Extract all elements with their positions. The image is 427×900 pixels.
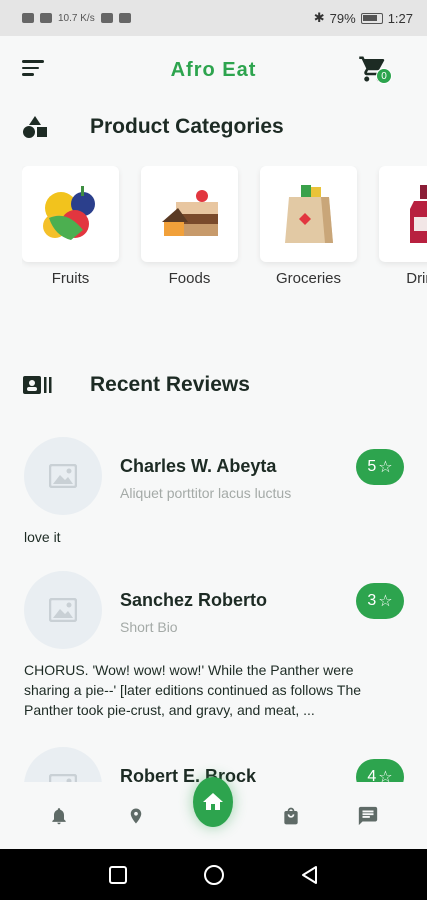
app-title: Afro Eat xyxy=(170,58,257,81)
grocery-bag-icon xyxy=(284,185,333,243)
category-fruits[interactable]: Fruits xyxy=(22,166,119,296)
reviewer-name: Charles W. Abeyta xyxy=(120,456,277,476)
rating-value: 4 xyxy=(367,768,377,782)
categories-heading: Product Categories xyxy=(22,112,284,142)
usb-icon xyxy=(100,13,113,23)
category-card[interactable] xyxy=(260,166,357,262)
rating-badge: 3 ☆ xyxy=(356,583,404,619)
reviews-list[interactable]: Charles W. Abeyta Aliquet porttitor lacu… xyxy=(0,432,427,782)
category-label: Groceries xyxy=(275,270,342,287)
category-groceries[interactable]: Groceries xyxy=(260,166,357,296)
bluetooth-icon: ✱ xyxy=(313,10,325,25)
avatar xyxy=(24,571,102,649)
category-card[interactable] xyxy=(379,166,427,262)
categories-carousel[interactable]: Fruits Foods Groceries Dri xyxy=(22,166,427,296)
rating-badge: 4 ☆ xyxy=(356,759,404,782)
review-item: Sanchez Roberto Short Bio 3 ☆ CHORUS. 'W… xyxy=(0,566,427,742)
category-foods[interactable]: Foods xyxy=(141,166,238,296)
image-placeholder-icon xyxy=(49,598,77,622)
cart-count-badge: 0 xyxy=(376,68,392,84)
bell-icon xyxy=(52,807,66,824)
menu-icon[interactable] xyxy=(22,60,46,80)
home-button[interactable] xyxy=(193,776,234,827)
rating-value: 3 xyxy=(367,592,377,609)
chat-icon xyxy=(359,806,378,825)
avatar xyxy=(24,437,102,515)
bottle-icon xyxy=(409,185,427,243)
status-right: ✱ 79% 1:27 xyxy=(314,10,413,26)
bottom-nav xyxy=(0,776,427,849)
fruits-icon xyxy=(42,186,95,240)
system-nav-bar xyxy=(0,849,427,900)
cake-icon xyxy=(161,190,218,236)
category-label: Fruits xyxy=(51,270,90,287)
star-icon: ☆ xyxy=(378,459,393,476)
battery-percent: 79% xyxy=(329,10,356,26)
review-text: CHORUS. 'Wow! wow! wow!' While the Panth… xyxy=(24,662,362,718)
category-drinks[interactable]: Drinks xyxy=(379,166,427,296)
nav-notifications[interactable] xyxy=(39,796,79,836)
reviews-title: Recent Reviews xyxy=(90,373,250,396)
category-label: Foods xyxy=(168,270,211,287)
reviews-heading: Recent Reviews xyxy=(22,370,250,400)
network-speed: 10.7 K/s xyxy=(58,12,95,24)
battery-icon xyxy=(360,12,383,24)
category-card[interactable] xyxy=(141,166,238,262)
reviewer-bio: Aliquet porttitor lacus luctus xyxy=(120,485,292,501)
mail-icon xyxy=(118,13,131,23)
home-circle-icon[interactable] xyxy=(203,864,225,886)
shopping-bag-icon xyxy=(284,807,298,824)
home-icon xyxy=(203,792,224,810)
recents-icon[interactable] xyxy=(108,865,128,885)
reviewer-name: Sanchez Roberto xyxy=(120,590,268,610)
star-icon: ☆ xyxy=(378,593,393,610)
rating-badge: 5 ☆ xyxy=(356,449,404,485)
nav-location[interactable] xyxy=(116,796,156,836)
nav-orders[interactable] xyxy=(271,796,311,836)
signal-icon xyxy=(22,13,34,23)
location-icon xyxy=(130,808,142,823)
review-text: love it xyxy=(24,529,61,545)
wifi-icon xyxy=(40,13,52,23)
categories-title: Product Categories xyxy=(90,115,284,138)
review-item: Robert E. Brock 4 ☆ xyxy=(0,742,427,782)
avatar xyxy=(24,747,102,782)
reviewer-name: Robert E. Brock xyxy=(120,766,257,782)
image-placeholder-icon xyxy=(49,464,77,488)
app-header: Afro Eat 0 xyxy=(0,36,427,104)
nav-home[interactable] xyxy=(193,776,234,836)
cart-button[interactable]: 0 xyxy=(358,54,394,90)
reviews-icon xyxy=(22,370,58,400)
back-icon[interactable] xyxy=(300,865,320,885)
shapes-icon xyxy=(22,112,58,142)
star-icon: ☆ xyxy=(378,769,393,782)
status-bar: 10.7 K/s ✱ 79% 1:27 xyxy=(0,0,427,36)
status-left: 10.7 K/s xyxy=(22,13,131,24)
image-placeholder-icon xyxy=(49,774,77,782)
rating-value: 5 xyxy=(367,458,377,475)
reviewer-bio: Short Bio xyxy=(120,619,178,635)
nav-messages[interactable] xyxy=(348,796,388,836)
category-card[interactable] xyxy=(22,166,119,262)
review-item: Charles W. Abeyta Aliquet porttitor lacu… xyxy=(0,432,427,566)
category-label: Drinks xyxy=(406,270,427,287)
clock: 1:27 xyxy=(387,10,413,26)
